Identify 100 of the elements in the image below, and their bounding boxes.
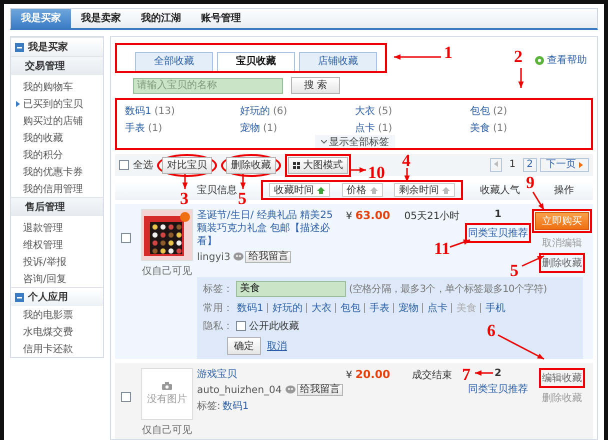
sidebar-item[interactable]: 我的收藏 — [11, 129, 103, 146]
sidebar-heading[interactable]: 交易管理 — [11, 56, 103, 75]
annotation-number: 11 — [434, 240, 450, 257]
tag-count: (6) — [273, 106, 288, 116]
grid-icon — [293, 162, 300, 168]
nav-tab[interactable]: 我是卖家 — [71, 9, 131, 28]
sidebar-item[interactable]: 我的信用管理 — [11, 180, 103, 197]
field-label: 标签： — [203, 282, 233, 296]
sort-button[interactable]: 收藏时间 — [269, 183, 330, 198]
price-text: ¥ 20.00 — [346, 368, 390, 382]
checkbox-label: 公开此收藏 — [249, 320, 299, 334]
tag-input-field[interactable]: 美食 — [236, 281, 346, 298]
annotation-number: 4 — [402, 152, 410, 169]
time-text: 05天21小时 — [404, 210, 460, 224]
common-tag-link[interactable]: 点卡 — [427, 301, 448, 316]
tag-filter-link[interactable]: 大衣 — [355, 104, 375, 118]
sidebar-item[interactable]: 我的优惠卡券 — [11, 163, 103, 180]
checkbox[interactable] — [119, 160, 129, 170]
tab[interactable]: 店铺收藏 — [299, 52, 377, 71]
select-all-label: 全选 — [133, 158, 153, 172]
annotation-arrow — [498, 334, 544, 360]
show-all-tags-toggle[interactable]: 显示全部标签 — [315, 135, 395, 148]
compare-button[interactable]: 对比宝贝 — [162, 156, 212, 174]
item-title-link[interactable]: 游戏宝贝 — [197, 368, 237, 382]
nav-tab[interactable]: 我的江湖 — [131, 9, 191, 28]
tag-filter-link[interactable]: 手表 — [125, 121, 145, 135]
similar-items-link[interactable]: 同类宝贝推荐 — [468, 382, 528, 396]
next-page-button[interactable]: 下一页 — [540, 158, 589, 172]
common-tag-link[interactable]: 数码1 — [237, 301, 264, 316]
common-tag-link[interactable]: 好玩的 — [272, 301, 302, 316]
tag-filter-link[interactable]: 好玩的 — [240, 104, 270, 118]
checkbox[interactable] — [121, 233, 131, 244]
sidebar-item[interactable]: 维权管理 — [11, 236, 103, 253]
page-number[interactable]: 2 — [522, 158, 537, 172]
big-view-button[interactable]: 大图模式 — [288, 156, 348, 174]
common-tag-link[interactable]: 宠物 — [398, 301, 418, 316]
tag-count: (1) — [493, 122, 508, 134]
sidebar-item[interactable]: 退款管理 — [11, 219, 103, 236]
collapse-icon[interactable] — [15, 42, 24, 52]
annotation-arrow — [394, 54, 441, 60]
previous-page-button[interactable] — [490, 158, 502, 172]
sidebar-item[interactable]: 我的购物车 — [11, 78, 103, 95]
annotation-number: 6 — [487, 322, 496, 339]
annotation-arrow — [518, 68, 524, 88]
annotation-number: 5 — [238, 190, 246, 207]
seller-name: lingyi3 — [197, 252, 230, 263]
tag-filter-link[interactable]: 数码1 — [125, 104, 152, 118]
hint-text: (空格分隔，最多3个，单个标签最多10个字符) — [349, 282, 547, 296]
sidebar-item[interactable]: 购买过的店铺 — [11, 112, 103, 129]
message-button[interactable]: 给我留言 — [296, 384, 343, 396]
common-tag-link[interactable]: 大衣 — [311, 301, 332, 316]
sidebar-item[interactable]: 水电煤交费 — [11, 323, 103, 340]
tab[interactable]: 宝贝收藏 — [217, 52, 295, 71]
tag-link[interactable]: 数码1 — [222, 399, 249, 414]
message-button[interactable]: 给我留言 — [245, 251, 292, 264]
right-arrow-icon — [579, 162, 583, 168]
checkbox[interactable] — [236, 321, 246, 332]
popularity-count: 2 — [494, 368, 502, 380]
tag-filter-link[interactable]: 包包 — [470, 104, 490, 118]
sort-button[interactable]: 剩余时间 — [394, 183, 455, 198]
sidebar-item[interactable]: 我的电影票 — [11, 306, 103, 323]
sidebar-heading[interactable]: 我是买家 — [11, 37, 103, 56]
tag-filter-link[interactable]: 点卡 — [355, 121, 375, 135]
tag-count: (2) — [493, 106, 508, 116]
visibility-text: 仅自己可见 — [142, 424, 192, 438]
tag-count: (1) — [378, 122, 392, 134]
item-title-link[interactable]: 圣诞节/生日/ 经典礼品 精美25颗装巧克力礼盒 包邮【描述必看】 — [197, 209, 335, 248]
common-tag-link[interactable]: 手机 — [485, 301, 506, 316]
sidebar-item[interactable]: 已买到的宝贝 — [11, 95, 103, 112]
sidebar-item[interactable]: 投诉/举报 — [11, 253, 103, 270]
sidebar-heading[interactable]: 售后管理 — [11, 197, 103, 216]
camera-icon — [162, 382, 172, 390]
search-button[interactable]: 搜 索 — [291, 77, 340, 94]
page-number[interactable]: 1 — [505, 158, 520, 172]
tag-count: (13) — [154, 106, 175, 116]
sidebar-item[interactable]: 咨询/回复 — [11, 270, 103, 287]
sidebar-item[interactable]: 我的积分 — [11, 146, 103, 163]
collapse-icon[interactable] — [15, 292, 24, 302]
tag-filter-link[interactable]: 美食 — [470, 121, 490, 135]
sidebar-item[interactable]: 信用卡还款 — [11, 340, 103, 357]
visibility-text: 仅自己可见 — [142, 265, 192, 278]
common-tag-link[interactable]: 手表 — [369, 301, 390, 316]
tag-filter-link[interactable]: 宠物 — [240, 121, 260, 135]
sidebar-heading[interactable]: 个人应用 — [11, 287, 103, 306]
annotation-number: 2 — [514, 48, 522, 65]
tag-count: (1) — [263, 122, 278, 134]
annotation-number: 10 — [368, 164, 385, 181]
delete-button[interactable]: 删除收藏 — [226, 156, 276, 174]
help-link[interactable]: 查看帮助 — [547, 53, 587, 67]
popularity-count: 1 — [494, 209, 502, 220]
tab[interactable]: 全部收藏 — [135, 52, 213, 71]
common-tag-link[interactable]: 包包 — [340, 301, 360, 316]
checkbox[interactable] — [121, 392, 131, 402]
cancel-link[interactable]: 取消 — [267, 339, 287, 354]
nav-tab[interactable]: 账号管理 — [191, 9, 251, 28]
sort-button[interactable]: 价格 — [342, 183, 382, 198]
column-header: 操作 — [554, 184, 574, 198]
column-header: 收藏人气 — [480, 184, 520, 198]
confirm-button[interactable]: 确定 — [227, 337, 261, 356]
tag-count: (5) — [378, 106, 392, 116]
